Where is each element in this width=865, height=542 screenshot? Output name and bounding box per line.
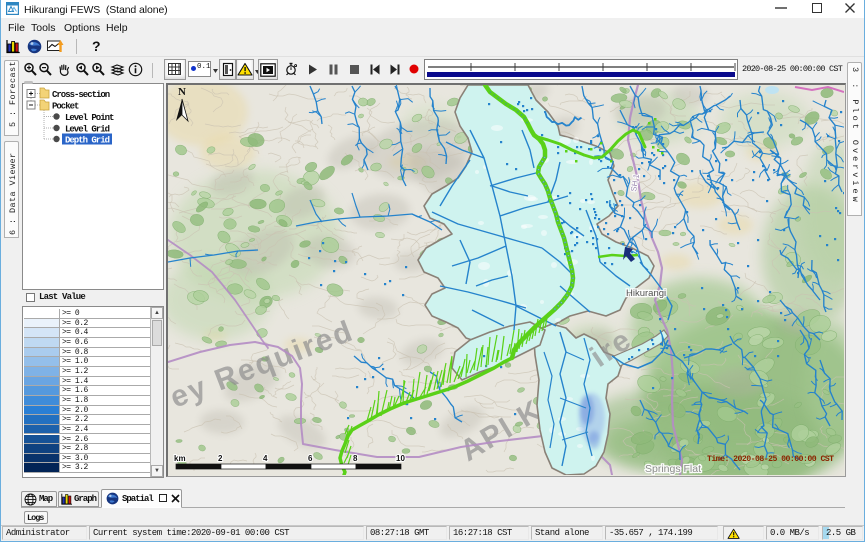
- svg-text:2: 2: [218, 454, 223, 463]
- svg-text:Time: 2020-08-25 00:00:00 CST: Time: 2020-08-25 00:00:00 CST: [707, 454, 834, 464]
- svg-text:km: km: [174, 454, 186, 463]
- svg-text:10: 10: [396, 454, 405, 463]
- svg-text:6: 6: [308, 454, 313, 463]
- svg-text:Level Grid: Level Grid: [65, 125, 110, 135]
- svg-text:Level Point: Level Point: [65, 113, 114, 123]
- svg-text:Springs Flat: Springs Flat: [645, 463, 701, 475]
- svg-text:Pocket: Pocket: [52, 102, 79, 112]
- svg-text:Hikurangi: Hikurangi: [626, 288, 666, 299]
- svg-text:Depth Grid: Depth Grid: [65, 136, 110, 146]
- svg-text:4: 4: [263, 454, 268, 463]
- svg-text:Cross-section: Cross-section: [52, 90, 110, 100]
- svg-text:N: N: [178, 86, 186, 98]
- svg-text:8: 8: [353, 454, 358, 463]
